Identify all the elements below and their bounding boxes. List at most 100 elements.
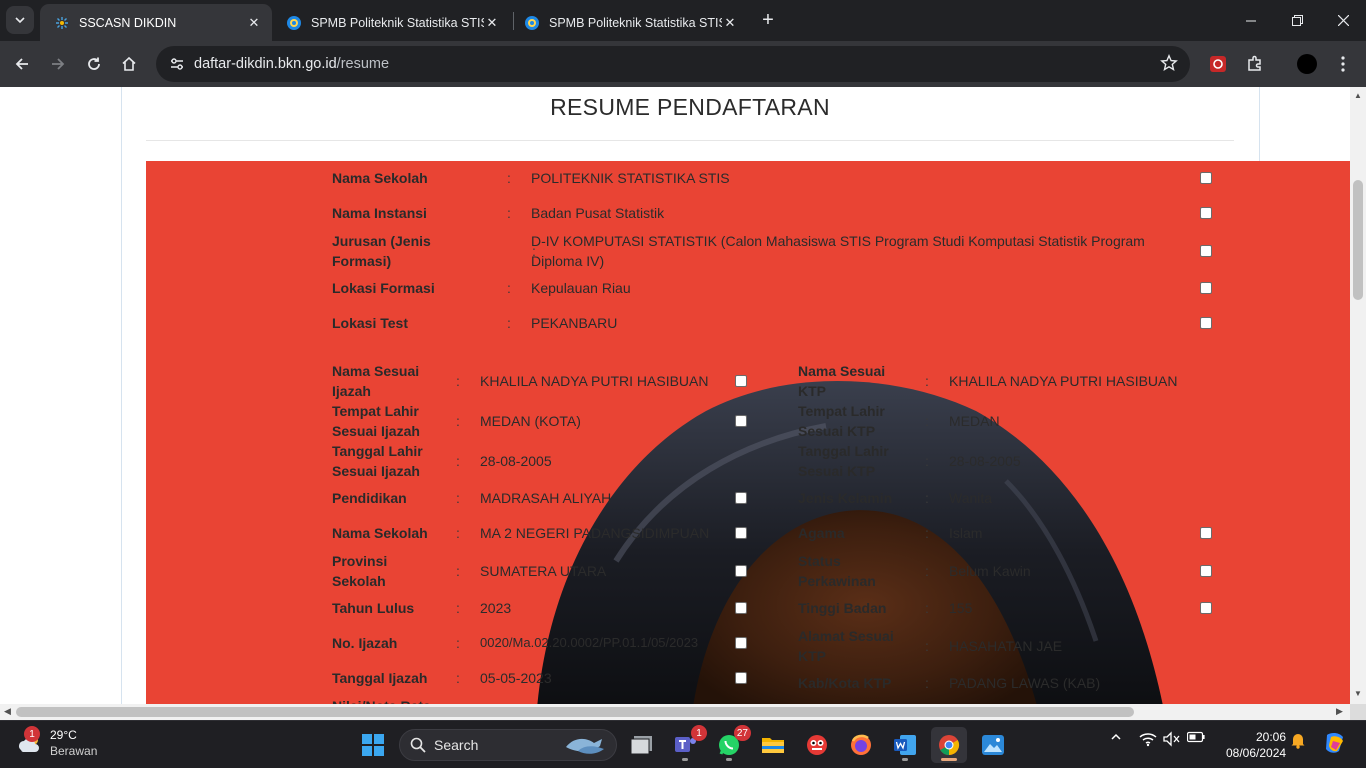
forward-icon[interactable] — [43, 49, 73, 79]
label-kab-kota-ktp: Kab/Kota KTP — [798, 675, 892, 691]
label-lokasi-test: Lokasi Test — [332, 315, 408, 331]
taskbar-search[interactable]: Search — [399, 729, 617, 761]
verify-checkbox[interactable] — [1200, 207, 1212, 219]
address-bar[interactable]: daftar-dikdin.bkn.go.id/resume — [156, 46, 1190, 82]
task-view-button[interactable] — [624, 727, 660, 763]
teams-badge: 1 — [691, 725, 707, 741]
game-app[interactable] — [799, 727, 835, 763]
verify-checkbox[interactable] — [1200, 602, 1212, 614]
scroll-down-arrow-icon[interactable]: ▼ — [1354, 689, 1362, 698]
label-pendidikan: Pendidikan — [332, 490, 407, 506]
label-no-ijazah: No. Ijazah — [332, 635, 398, 651]
separator: : — [925, 373, 929, 389]
divider — [146, 140, 1234, 141]
tab-sscasn-dikdin[interactable]: SSCASN DIKDIN ✕ — [40, 4, 272, 41]
tab-spmb-stis-2[interactable]: SPMB Politeknik Statistika STIS ✕ — [510, 4, 748, 41]
value-alamat-ktp: HASAHATAN JAE — [949, 638, 1063, 654]
verify-checkbox[interactable] — [735, 672, 747, 684]
scroll-right-arrow-icon[interactable]: ▶ — [1336, 706, 1343, 717]
value-tanggal-lahir-ijazah: 28-08-2005 — [480, 453, 552, 469]
close-window-icon[interactable] — [1320, 0, 1366, 41]
running-indicator — [941, 758, 957, 761]
value-no-ijazah: 0020/Ma.02.20.0002/PP.01.1/05/2023 — [480, 635, 699, 650]
extensions-puzzle-icon[interactable] — [1242, 51, 1268, 77]
card-border — [1259, 87, 1260, 161]
start-button[interactable] — [355, 727, 391, 763]
new-tab-icon[interactable]: + — [756, 8, 780, 32]
copilot-pre-icon[interactable] — [1320, 731, 1350, 755]
separator: : — [925, 453, 929, 469]
whatsapp-badge: 27 — [733, 725, 751, 741]
label-tanggal-ijazah: Tanggal Ijazah — [332, 670, 428, 686]
value-lokasi-test: PEKANBARU — [531, 315, 618, 331]
weather-widget[interactable]: 1 29°C Berawan — [16, 726, 98, 759]
vertical-scrollbar[interactable]: ▲ ▼ — [1350, 87, 1366, 704]
verify-checkbox[interactable] — [735, 415, 747, 427]
stis-favicon-icon — [286, 15, 302, 31]
back-icon[interactable] — [7, 49, 37, 79]
page-viewport: RESUME PENDAFTARAN Nama Sekolah: POLITE… — [0, 87, 1350, 704]
label-agama: Agama — [798, 525, 845, 541]
show-hidden-icons-chevron-up-icon[interactable] — [1108, 731, 1124, 743]
file-explorer-app[interactable] — [755, 727, 791, 763]
volume-muted-icon[interactable] — [1162, 731, 1182, 747]
firefox-app[interactable] — [843, 727, 879, 763]
label-provinsi-sekolah: Provinsi Sekolah — [332, 553, 388, 589]
verify-checkbox[interactable] — [1200, 527, 1212, 539]
word-app[interactable] — [887, 727, 923, 763]
close-tab-icon[interactable]: ✕ — [722, 15, 738, 31]
verify-checkbox[interactable] — [735, 637, 747, 649]
verify-checkbox[interactable] — [735, 565, 747, 577]
verify-checkbox[interactable] — [1200, 282, 1212, 294]
bookmark-star-icon[interactable] — [1160, 54, 1178, 77]
horizontal-scrollbar[interactable]: ◀ ▶ — [0, 704, 1350, 720]
label-nama-ktp: Nama Sesuai KTP — [798, 363, 886, 399]
photos-app[interactable] — [975, 727, 1011, 763]
minimize-icon[interactable] — [1228, 0, 1274, 41]
weather-condition: Berawan — [50, 744, 98, 758]
separator: : — [456, 635, 460, 651]
verify-checkbox[interactable] — [1200, 317, 1212, 329]
system-clock[interactable]: 20:06 08/06/2024 — [1226, 729, 1286, 761]
profile-avatar[interactable] — [1294, 51, 1320, 77]
tab-search-button[interactable] — [6, 6, 34, 34]
wifi-icon[interactable] — [1138, 731, 1158, 747]
label-jurusan: Jurusan (Jenis Formasi) — [332, 233, 431, 269]
verify-checkbox[interactable] — [1200, 565, 1212, 577]
restore-icon[interactable] — [1274, 0, 1320, 41]
verify-checkbox[interactable] — [1200, 245, 1212, 257]
value-provinsi-sekolah: SUMATERA UTARA — [480, 563, 607, 579]
reload-icon[interactable] — [79, 49, 109, 79]
more-menu-icon[interactable] — [1330, 51, 1356, 77]
verify-checkbox[interactable] — [735, 492, 747, 504]
separator: : — [925, 490, 929, 506]
separator: : — [456, 563, 460, 579]
chrome-app[interactable] — [931, 727, 967, 763]
battery-icon[interactable] — [1186, 731, 1206, 743]
site-info-icon[interactable] — [162, 56, 192, 72]
firefox-icon — [851, 734, 871, 755]
weather-badge: 1 — [24, 726, 40, 742]
windows-taskbar: 1 29°C Berawan Search 1 27 20:06 08/06/2… — [0, 720, 1366, 768]
separator: : — [456, 600, 460, 616]
scroll-up-arrow-icon[interactable]: ▲ — [1354, 91, 1362, 100]
tab-spmb-stis-1[interactable]: SPMB Politeknik Statistika STIS ✕ — [272, 4, 510, 41]
horizontal-scroll-thumb[interactable] — [16, 707, 1134, 717]
verify-checkbox[interactable] — [735, 527, 747, 539]
vertical-scroll-thumb[interactable] — [1353, 180, 1363, 300]
home-icon[interactable] — [114, 49, 144, 79]
verify-checkbox[interactable] — [735, 602, 747, 614]
close-tab-icon[interactable]: ✕ — [484, 15, 500, 31]
whatsapp-app[interactable]: 27 — [711, 725, 751, 763]
notification-bell-icon[interactable] — [1289, 731, 1307, 749]
word-icon — [894, 735, 916, 755]
verify-checkbox[interactable] — [735, 375, 747, 387]
weather-temperature: 29°C — [50, 728, 77, 742]
scroll-left-arrow-icon[interactable]: ◀ — [4, 706, 11, 717]
verify-checkbox[interactable] — [1200, 172, 1212, 184]
extension-red-icon[interactable] — [1205, 51, 1231, 77]
close-tab-icon[interactable]: ✕ — [246, 15, 262, 31]
teams-app[interactable]: 1 — [667, 725, 707, 763]
folder-icon — [762, 738, 784, 753]
label-nilai-rata: Nilai/Nota Rata — [332, 696, 431, 704]
